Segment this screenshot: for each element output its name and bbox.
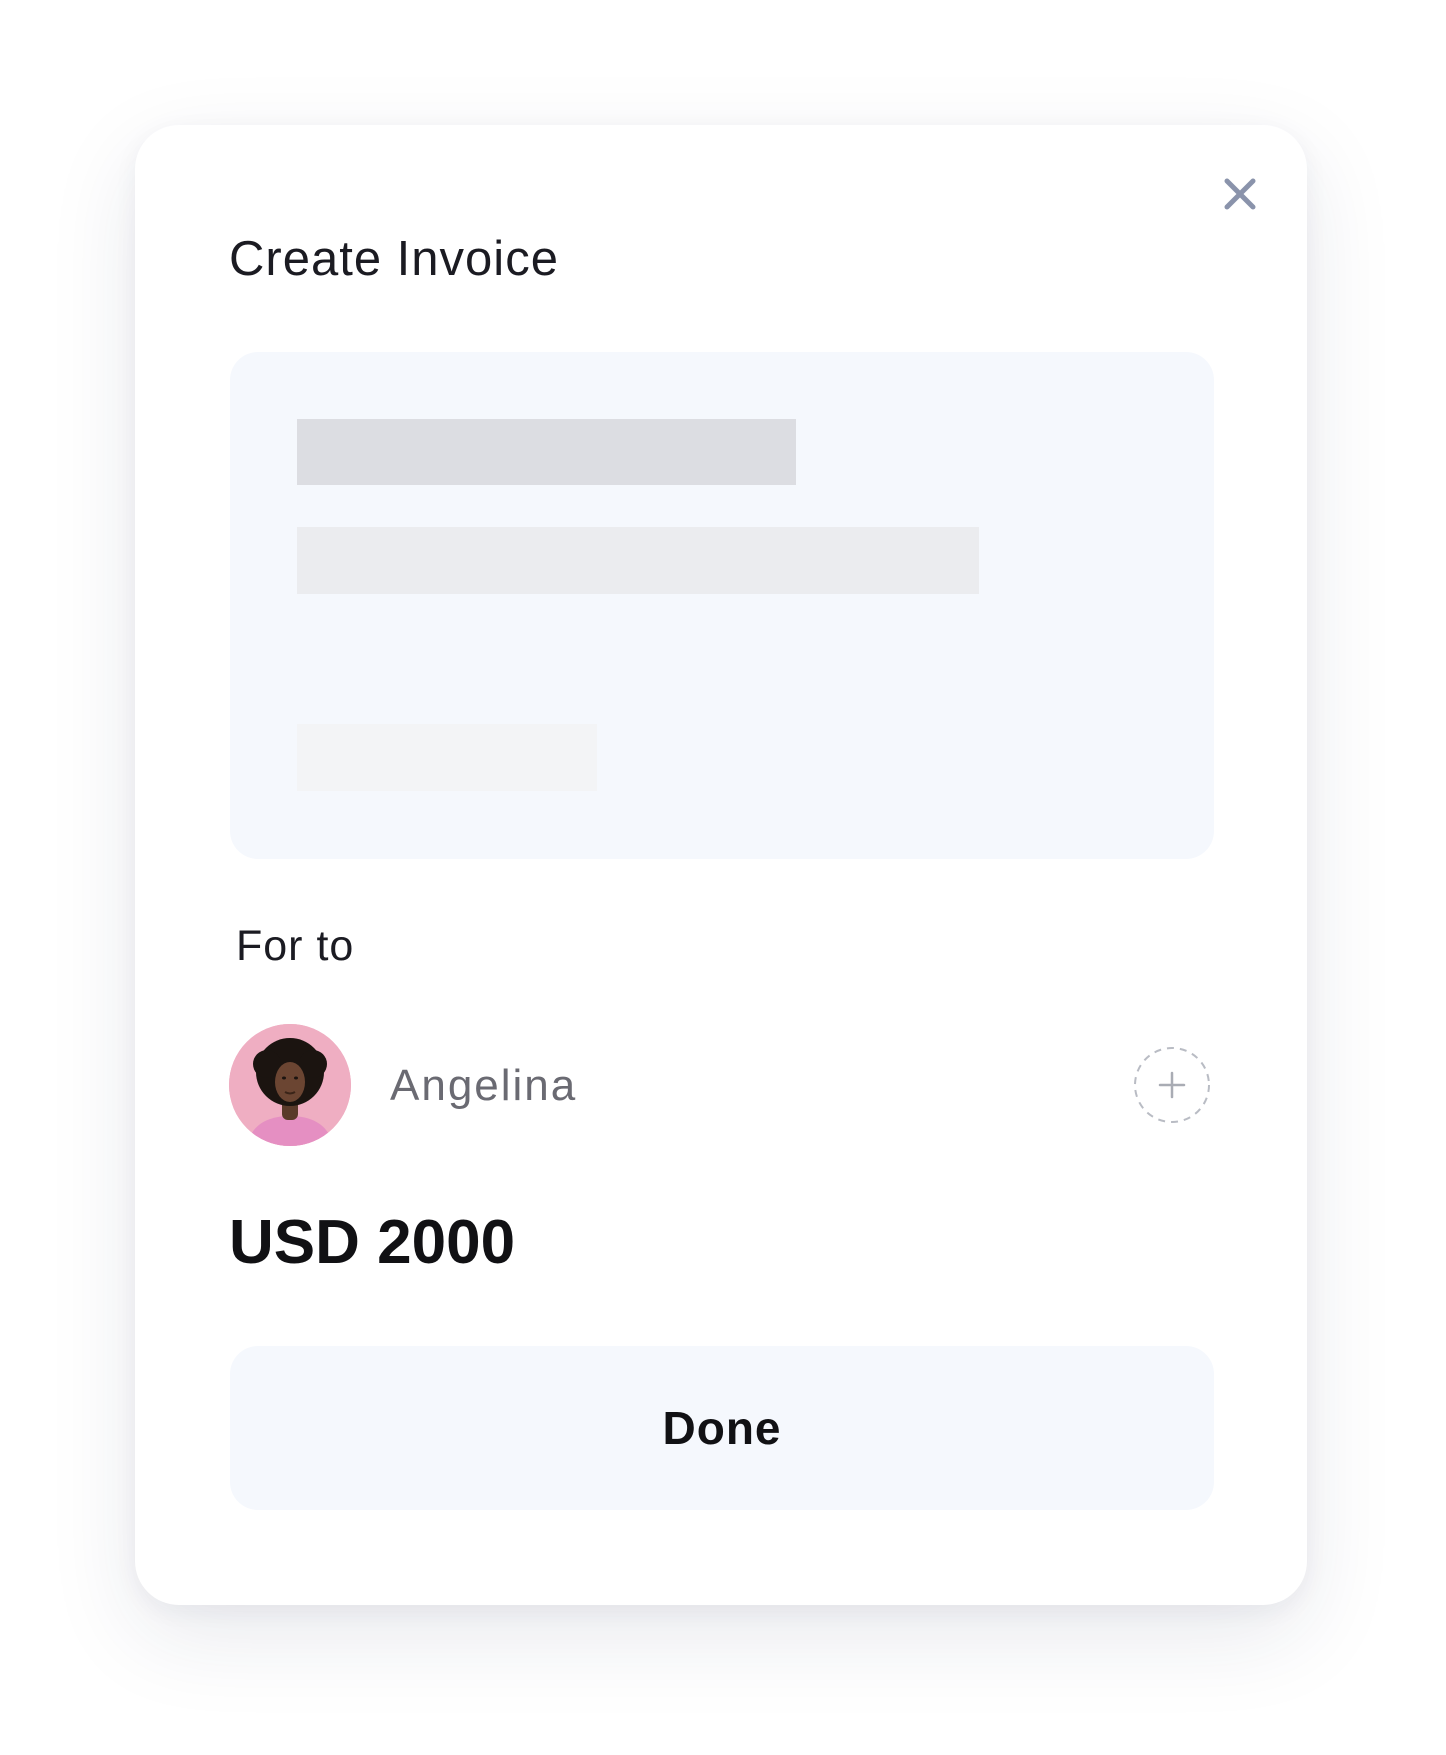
avatar xyxy=(229,1024,351,1146)
add-recipient-button[interactable] xyxy=(1132,1045,1212,1125)
invoice-preview-placeholder xyxy=(230,352,1214,859)
close-icon xyxy=(1224,178,1256,210)
skeleton-line-3 xyxy=(297,724,597,791)
invoice-amount: USD 2000 xyxy=(229,1208,516,1277)
skeleton-line-1 xyxy=(297,419,796,485)
recipient-label: For to xyxy=(236,922,355,970)
recipient-name: Angelina xyxy=(390,1061,578,1110)
close-button[interactable] xyxy=(1214,168,1266,220)
plus-circle-icon xyxy=(1134,1047,1210,1123)
recipient-row: Angelina xyxy=(229,1024,1214,1146)
skeleton-line-2 xyxy=(297,527,979,594)
avatar-image xyxy=(229,1024,351,1146)
modal-title: Create Invoice xyxy=(229,232,559,286)
done-button[interactable]: Done xyxy=(230,1346,1214,1510)
